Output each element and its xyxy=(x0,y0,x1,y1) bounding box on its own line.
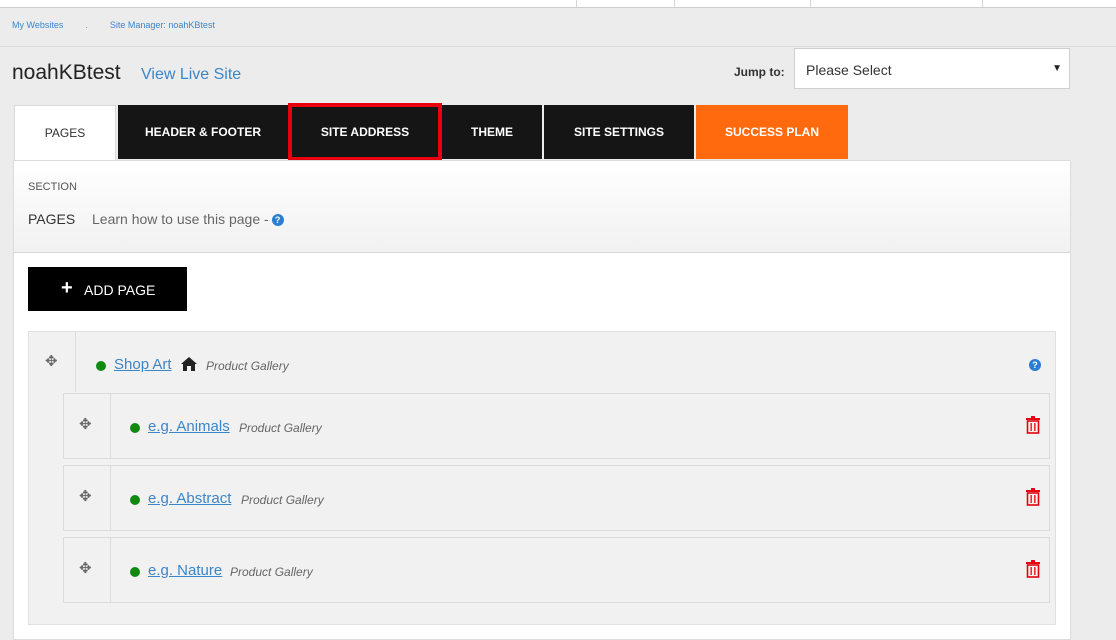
section-name: PAGES xyxy=(28,211,76,227)
move-arrows-icon[interactable]: ✥ xyxy=(79,559,92,577)
add-page-label: ADD PAGE xyxy=(84,282,156,298)
page-row-shop-art: ✥ Shop Art Product Gallery ? xyxy=(29,332,1055,392)
page-link-nature[interactable]: e.g. Nature xyxy=(148,562,222,579)
site-name: noahKBtest xyxy=(12,61,121,84)
breadcrumb-site-manager[interactable]: Site Manager: noahKBtest xyxy=(110,20,215,30)
learn-how-text: Learn how to use this page -? xyxy=(92,211,284,227)
jump-to-select[interactable]: Please Select ▼ xyxy=(794,48,1070,89)
tab-success-plan[interactable]: SUCCESS PLAN xyxy=(696,105,848,159)
move-arrows-icon[interactable]: ✥ xyxy=(79,487,92,505)
tab-site-settings[interactable]: SITE SETTINGS xyxy=(544,105,694,159)
move-arrows-icon[interactable]: ✥ xyxy=(79,415,92,433)
top-divider xyxy=(674,0,675,7)
tab-theme[interactable]: THEME xyxy=(442,105,542,159)
question-circle-icon[interactable]: ? xyxy=(271,214,284,227)
question-circle-icon[interactable]: ? xyxy=(1029,359,1041,371)
page-type-label: Product Gallery xyxy=(239,421,322,435)
section-label: SECTION xyxy=(28,181,77,193)
jump-to-value: Please Select xyxy=(806,62,892,78)
breadcrumb-separator: . xyxy=(85,20,88,30)
status-dot xyxy=(130,423,140,433)
caret-down-icon: ▼ xyxy=(1052,63,1062,74)
tab-site-address[interactable]: SITE ADDRESS xyxy=(288,103,442,161)
page-row-animals: ✥ e.g. Animals Product Gallery xyxy=(63,393,1050,459)
page-link-animals[interactable]: e.g. Animals xyxy=(148,418,230,435)
page-link-abstract[interactable]: e.g. Abstract xyxy=(148,490,231,507)
page-type-label: Product Gallery xyxy=(241,493,324,507)
plus-icon: + xyxy=(61,277,73,299)
top-divider xyxy=(982,0,983,7)
page-row-nature: ✥ e.g. Nature Product Gallery xyxy=(63,537,1050,603)
page-row-abstract: ✥ e.g. Abstract Product Gallery xyxy=(63,465,1050,531)
trash-icon[interactable] xyxy=(1025,416,1041,434)
drag-handle-cell: ✥ xyxy=(64,394,111,458)
top-divider xyxy=(576,0,577,7)
drag-handle-cell: ✥ xyxy=(64,466,111,530)
page-type-label: Product Gallery xyxy=(230,565,313,579)
jump-to-label: Jump to: xyxy=(734,65,785,79)
add-page-button[interactable]: + ADD PAGE xyxy=(28,267,187,311)
home-icon xyxy=(181,357,197,371)
status-dot xyxy=(130,495,140,505)
breadcrumb-divider xyxy=(0,46,1116,47)
status-dot xyxy=(96,361,106,371)
section-header: SECTION PAGES Learn how to use this page… xyxy=(14,161,1070,253)
page-type-label: Product Gallery xyxy=(206,359,289,373)
trash-icon[interactable] xyxy=(1025,560,1041,578)
breadcrumb: My Websites. Site Manager: noahKBtest xyxy=(12,20,215,34)
learn-how-link[interactable]: Learn how to use this page - xyxy=(92,211,269,227)
page-tree: ✥ Shop Art Product Gallery ? ✥ e.g. Anim… xyxy=(28,331,1056,625)
trash-icon[interactable] xyxy=(1025,488,1041,506)
top-divider xyxy=(810,0,811,7)
drag-handle-cell: ✥ xyxy=(64,538,111,602)
top-strip xyxy=(0,0,1116,8)
view-live-site-link[interactable]: View Live Site xyxy=(141,66,241,84)
pages-panel: SECTION PAGES Learn how to use this page… xyxy=(13,160,1071,640)
tab-pages[interactable]: PAGES xyxy=(14,105,116,161)
status-dot xyxy=(130,567,140,577)
drag-handle-cell: ✥ xyxy=(29,332,76,392)
breadcrumb-my-websites[interactable]: My Websites xyxy=(12,20,63,30)
tab-header-footer[interactable]: HEADER & FOOTER xyxy=(118,105,288,159)
move-arrows-icon[interactable]: ✥ xyxy=(45,352,58,370)
page-link-shop-art[interactable]: Shop Art xyxy=(114,356,172,373)
